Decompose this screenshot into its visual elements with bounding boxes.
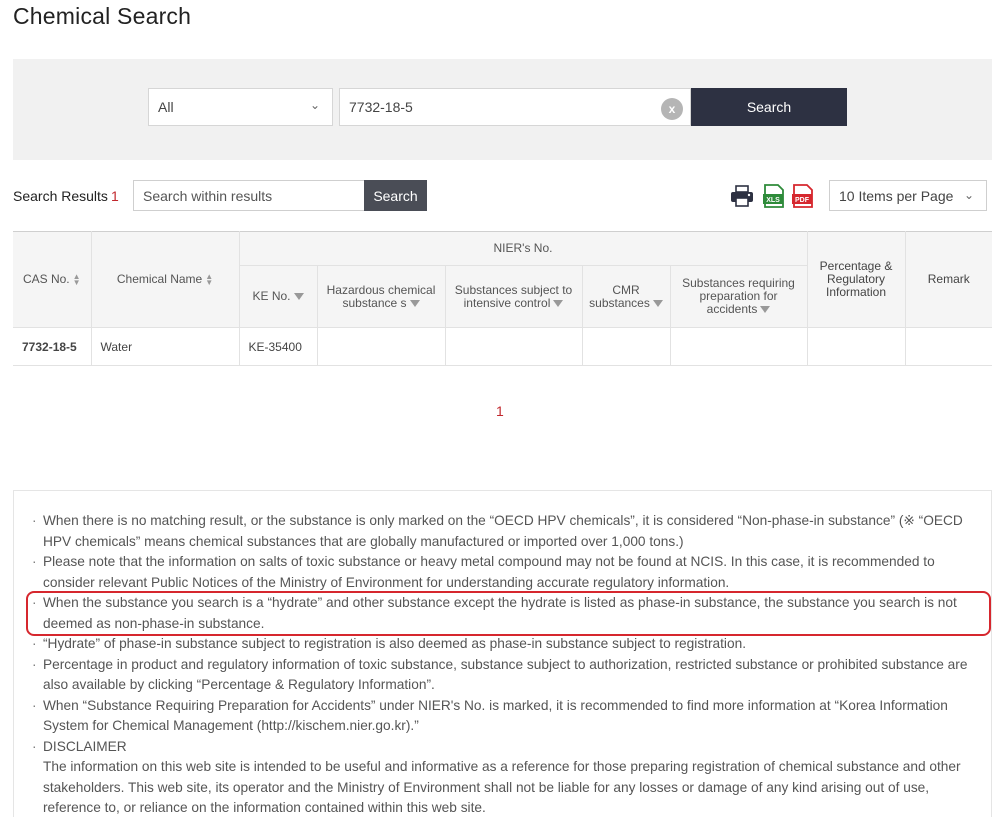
search-input[interactable]: 7732-18-5 — [339, 88, 691, 126]
column-header-hazardous[interactable]: Hazardous chemical substance s — [316, 265, 446, 328]
notice-item: Percentage in product and regulatory inf… — [31, 655, 971, 696]
notice-box: When there is no matching result, or the… — [13, 490, 992, 817]
items-per-page-select[interactable]: 10 Items per Page ⌄ — [829, 180, 987, 211]
search-results-count: 1 — [110, 188, 119, 204]
column-header-remark: Remark — [904, 231, 992, 328]
cell-cas[interactable]: 7732-18-5 — [13, 327, 91, 366]
chevron-down-icon: ⌄ — [309, 98, 320, 112]
cell-accidents — [669, 327, 807, 366]
sort-icon: ▲ ▼ — [72, 271, 81, 287]
search-results-label: Search Results 1 — [13, 188, 119, 204]
filter-icon[interactable] — [293, 293, 304, 301]
xls-export-icon[interactable]: XLS — [762, 184, 786, 208]
column-header-cas[interactable]: CAS No. ▲ ▼ — [13, 231, 92, 328]
filter-icon[interactable] — [553, 299, 564, 307]
column-header-percentage: Percentage & Regulatory Information — [806, 231, 906, 328]
cell-ke: KE-35400 — [238, 327, 317, 366]
filter-icon[interactable] — [760, 306, 771, 314]
category-select[interactable]: All ⌄ — [148, 88, 333, 126]
search-panel: All ⌄ 7732-18-5 x Search — [13, 59, 992, 160]
table-row[interactable]: 7732-18-5 Water KE-35400 — [13, 327, 992, 366]
svg-text:PDF: PDF — [795, 197, 810, 204]
page-title: Chemical Search — [13, 3, 192, 29]
notice-item-disclaimer-heading: DISCLAIMER — [31, 737, 971, 758]
svg-text:XLS: XLS — [766, 197, 780, 204]
search-button[interactable]: Search — [691, 88, 847, 126]
cell-percentage[interactable] — [806, 327, 905, 366]
cell-intensive — [444, 327, 582, 366]
chevron-down-icon: ⌄ — [963, 188, 974, 202]
cell-remark — [904, 327, 992, 366]
highlight-annotation — [26, 591, 991, 636]
sort-icon: ▲ ▼ — [205, 271, 214, 287]
cell-chemical-name[interactable]: Water — [90, 327, 239, 366]
pdf-export-icon[interactable]: PDF — [791, 184, 815, 208]
column-header-ke[interactable]: KE No. — [239, 265, 318, 328]
filter-icon[interactable] — [652, 299, 663, 307]
pagination-current-page[interactable]: 1 — [496, 403, 504, 419]
column-header-cmr[interactable]: CMR substances — [581, 265, 671, 328]
search-within-button[interactable]: Search — [364, 180, 427, 211]
cell-cmr — [581, 327, 670, 366]
printer-icon[interactable] — [730, 184, 754, 208]
results-table: CAS No. ▲ ▼ Chemical Name ▲ ▼ NIER's No. Per… — [13, 231, 992, 366]
search-within-input[interactable]: Search within results — [133, 180, 365, 211]
column-header-chemical-name[interactable]: Chemical Name ▲ ▼ — [90, 231, 240, 328]
search-results-text: Search Results — [13, 188, 108, 204]
category-select-value: All — [158, 99, 174, 115]
search-input-value: 7732-18-5 — [349, 99, 413, 115]
items-per-page-value: 10 Items per Page — [839, 187, 954, 204]
column-header-intensive[interactable]: Substances subject to intensive control — [444, 265, 583, 328]
filter-icon[interactable] — [409, 299, 420, 307]
notice-item: Please note that the information on salt… — [31, 552, 971, 593]
column-header-accidents[interactable]: Substances requiring preparation for acc… — [669, 265, 807, 328]
notice-item: When there is no matching result, or the… — [31, 511, 971, 552]
cell-hazardous — [316, 327, 445, 366]
disclaimer-text: The information on this web site is inte… — [43, 759, 961, 815]
search-within-placeholder: Search within results — [143, 187, 273, 204]
notice-item: “Hydrate” of phase-in substance subject … — [31, 634, 971, 655]
column-header-nier: NIER's No. — [238, 231, 808, 266]
notice-item: When “Substance Requiring Preparation fo… — [31, 696, 971, 737]
clear-search-button[interactable]: x — [661, 98, 683, 120]
